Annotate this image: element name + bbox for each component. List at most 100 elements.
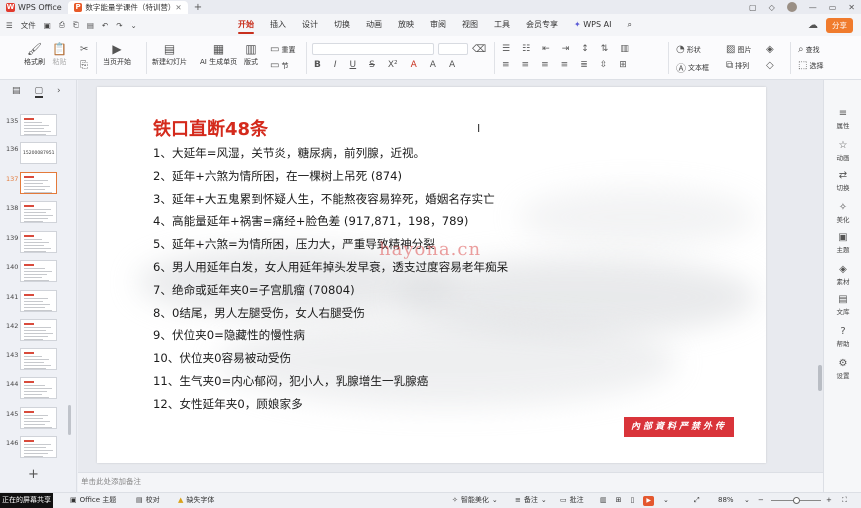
right-panel-item[interactable]: ? 帮助 <box>824 326 861 348</box>
text-effect-icon[interactable]: A <box>449 60 455 70</box>
proofread-button[interactable]: ▤ 校对 <box>136 493 160 508</box>
fit-icon[interactable]: ⤢ <box>694 493 700 508</box>
ai-slide-button[interactable]: ▦ AI 生成单页 <box>200 42 237 67</box>
tab-member[interactable]: 会员专享 <box>518 14 566 36</box>
redo-icon[interactable]: ↷ <box>116 21 122 30</box>
current-slide[interactable]: 铁口直断48条 I 1、大延年=风湿，关节炎，糖尿病，前列腺，近视。 2、延年+六… <box>97 87 766 463</box>
italic-icon[interactable]: I <box>334 60 337 70</box>
format-painter-button[interactable]: 🖌 格式刷 <box>24 42 45 67</box>
close-tab-icon[interactable]: ✕ <box>175 3 181 12</box>
slide-list-item[interactable]: 11、生气夹0=内心郁闷，犯小人，乳腺增生一乳腺癌 <box>153 373 428 389</box>
slide-thumbnail[interactable]: 137 <box>0 172 77 198</box>
right-panel-item[interactable]: ⇄ 切换 <box>824 170 861 192</box>
slide-thumbnail[interactable]: 136 15200087951 <box>0 142 77 168</box>
tab-animation[interactable]: 动画 <box>358 14 390 36</box>
distribute-icon[interactable]: ≣ <box>580 60 588 70</box>
select-button[interactable]: ⬚ 选择 <box>798 60 823 71</box>
smart-art-icon[interactable]: ⊞ <box>619 60 627 70</box>
file-menu[interactable]: 文件 <box>21 20 36 31</box>
font-color-icon[interactable]: A <box>411 60 417 70</box>
slide-thumbnail[interactable]: 139 <box>0 231 77 257</box>
cut-icon[interactable]: ✂ <box>80 44 88 55</box>
slide-thumbnail[interactable]: 145 <box>0 407 77 433</box>
start-from-current-button[interactable]: ▶ 当页开始 <box>103 42 131 67</box>
vertical-align-icon[interactable]: ⇳ <box>600 60 608 70</box>
right-panel-item[interactable]: ☆ 动画 <box>824 140 861 162</box>
missing-font-button[interactable]: ▲ 缺失字体 <box>178 493 214 508</box>
sorter-view-icon[interactable]: ⊞ <box>616 493 622 508</box>
highlight-icon[interactable]: A <box>430 60 436 70</box>
slide-list-item[interactable]: 6、男人用延年白发，女人用延年掉头发早衰，透支过度容易老年痴呆 <box>153 259 508 275</box>
collapse-panel-icon[interactable]: › <box>57 86 61 98</box>
find-button[interactable]: ⌕ 查找 <box>798 44 820 55</box>
right-panel-item[interactable]: ≡ 属性 <box>824 108 861 130</box>
tab-wps-ai[interactable]: ✦ WPS AI <box>566 14 619 36</box>
print-icon[interactable]: ⎗ <box>73 20 79 30</box>
add-slide-button[interactable]: + <box>28 467 39 482</box>
slide-list-item[interactable]: 9、伏位夹0=隐藏性的慢性病 <box>153 327 305 343</box>
right-panel-item[interactable]: ▣ 主题 <box>824 232 861 254</box>
slideshow-play-button[interactable]: ▶ <box>643 495 654 506</box>
tab-home[interactable]: 开始 <box>230 14 262 36</box>
shape-button[interactable]: ◔ 形状 <box>676 44 701 55</box>
outline-icon[interactable]: ◇ <box>766 60 774 71</box>
slide-list-item[interactable]: 8、0结尾，男人左腿受伤，女人右腿受伤 <box>153 305 365 321</box>
smart-beautify-button[interactable]: ✧ 智能美化 ⌄ <box>452 493 498 508</box>
columns-icon[interactable]: ▥ <box>620 44 629 54</box>
font-size-select[interactable] <box>438 43 468 55</box>
window-layout-icon[interactable]: ▢ <box>749 3 757 12</box>
new-tab-button[interactable]: + <box>188 2 208 13</box>
align-left-icon[interactable]: ≡ <box>502 60 510 70</box>
canvas-scrollbar[interactable] <box>818 365 822 391</box>
skin-icon[interactable]: ◇ <box>769 3 775 12</box>
app-logo[interactable]: W WPS Office <box>0 0 68 14</box>
zoom-in-icon[interactable]: + <box>826 493 832 508</box>
slide-list-item[interactable]: 1、大延年=风湿，关节炎，糖尿病，前列腺，近视。 <box>153 145 425 161</box>
slide-thumbnail[interactable]: 138 <box>0 201 77 227</box>
line-spacing-icon[interactable]: ↕ <box>581 44 589 54</box>
maximize-icon[interactable]: ▭ <box>829 3 837 12</box>
underline-icon[interactable]: U <box>350 60 357 70</box>
search-icon[interactable]: ⌕ <box>619 14 639 36</box>
picture-button[interactable]: ▨ 图片 <box>726 44 751 55</box>
increase-indent-icon[interactable]: ⇥ <box>562 44 570 54</box>
undo-icon[interactable]: ↶ <box>102 21 108 30</box>
justify-icon[interactable]: ≡ <box>561 60 569 70</box>
slide-list-item[interactable]: 7、绝命或延年夹0=子宫肌瘤 (70804) <box>153 282 355 298</box>
strikethrough-icon[interactable]: S <box>369 60 375 70</box>
more-dropdown-icon[interactable]: ⌄ <box>131 21 137 30</box>
slide-list-item[interactable]: 4、高能量延年+祸害=痛经+脸色差 (917,871，198，789) <box>153 213 468 229</box>
menu-icon[interactable]: ☰ <box>6 21 13 30</box>
fullscreen-icon[interactable]: ⛶ <box>842 493 847 508</box>
share-button[interactable]: 分享 <box>826 17 853 33</box>
align-right-icon[interactable]: ≡ <box>541 60 549 70</box>
reset-button[interactable]: ▭ 重置 <box>270 44 295 55</box>
normal-view-icon[interactable]: ▥ <box>600 493 607 508</box>
superscript-icon[interactable]: X² <box>388 60 398 70</box>
theme-indicator[interactable]: ▣ Office 主题 <box>70 493 116 508</box>
close-window-icon[interactable]: ✕ <box>848 3 855 12</box>
numbered-list-icon[interactable]: ☷ <box>522 44 530 54</box>
zoom-slider-knob[interactable] <box>793 497 800 504</box>
tab-tools[interactable]: 工具 <box>486 14 518 36</box>
notes-area[interactable]: 单击此处添加备注 <box>78 472 823 492</box>
clear-format-icon[interactable]: ⌫ <box>472 44 486 55</box>
slide-thumbnail[interactable]: 142 <box>0 319 77 345</box>
slide-list-item[interactable]: 3、延年+大五鬼累到怀疑人生，不能熬夜容易猝死，婚姻名存实亡 <box>153 191 495 207</box>
bold-icon[interactable]: B <box>314 60 321 70</box>
outline-view-icon[interactable]: ▤ <box>12 86 21 98</box>
right-panel-item[interactable]: ◈ 素材 <box>824 264 861 286</box>
textbox-button[interactable]: Ⓐ 文本框 <box>676 60 709 76</box>
preview-icon[interactable]: ▤ <box>87 21 94 30</box>
text-direction-icon[interactable]: ⇅ <box>601 44 609 54</box>
zoom-out-icon[interactable]: − <box>758 493 764 508</box>
copy-icon[interactable]: ⎘ <box>80 60 88 71</box>
notes-toggle-button[interactable]: ≡ 备注 ⌄ <box>515 493 547 508</box>
slide-list-item[interactable]: 2、延年+六煞为情所困，在一棵树上吊死 (874) <box>153 168 402 184</box>
document-tab[interactable]: P 数字能量学课件（特训营） ✕ <box>67 1 188 14</box>
arrange-button[interactable]: ⧉ 排列 <box>726 60 749 71</box>
slide-list-item[interactable]: 12、女性延年夹0，顾娘家多 <box>153 396 303 412</box>
zoom-dropdown-icon[interactable]: ⌄ <box>744 493 750 508</box>
avatar[interactable] <box>786 2 797 12</box>
export-icon[interactable]: ⎙ <box>59 20 65 30</box>
